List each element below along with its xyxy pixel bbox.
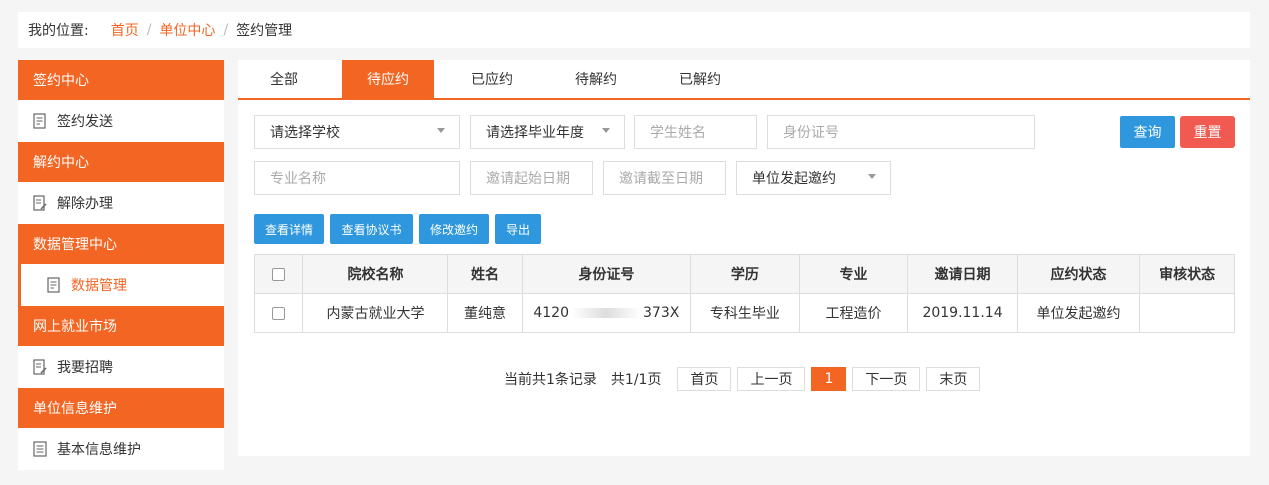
school-select-value: 请选择学校	[270, 125, 340, 141]
invite-type-value: 单位发起邀约	[752, 171, 836, 187]
chevron-down-icon	[868, 174, 876, 179]
modify-invite-button[interactable]: 修改邀约	[419, 214, 489, 244]
column-header: 审核状态	[1139, 254, 1235, 294]
table-header-row: 院校名称 姓名 身份证号 学历 专业 邀请日期 应约状态 审核状态	[253, 254, 1235, 294]
column-header: 院校名称	[302, 254, 449, 294]
cell-review	[1139, 293, 1235, 333]
student-name-input[interactable]: 学生姓名	[634, 115, 757, 149]
tab-all[interactable]: 全部	[238, 60, 330, 98]
breadcrumb: 我的位置: 首页 / 单位中心 / 签约管理	[18, 12, 1250, 48]
school-select[interactable]: 请选择学校	[254, 115, 460, 149]
cell-school: 内蒙古就业大学	[302, 293, 449, 333]
last-page-button[interactable]: 末页	[926, 367, 981, 391]
breadcrumb-current: 签约管理	[236, 23, 293, 39]
chevron-down-icon	[602, 128, 610, 133]
sidebar-item-label: 解除办理	[57, 196, 113, 212]
breadcrumb-home-link[interactable]: 首页	[111, 20, 139, 40]
edit-document-icon	[33, 359, 47, 375]
sidebar-item-sign-send[interactable]: 签约发送	[18, 100, 224, 142]
column-header: 学历	[690, 254, 800, 294]
invite-type-select[interactable]: 单位发起邀约	[736, 161, 891, 195]
row-select-cell	[253, 293, 304, 333]
id-number-start: 4120	[533, 305, 569, 321]
current-page-button[interactable]: 1	[811, 367, 847, 391]
breadcrumb-prefix: 我的位置:	[28, 23, 89, 39]
query-button[interactable]: 查询	[1120, 116, 1175, 148]
year-select[interactable]: 请选择毕业年度	[470, 115, 625, 149]
main-panel: 全部 待应约 已应约 待解约 已解约 请选择学校 请选择毕业年度 学生姓名 身份…	[238, 60, 1250, 456]
column-header: 邀请日期	[907, 254, 1018, 294]
sidebar-group-info[interactable]: 单位信息维护	[18, 388, 224, 428]
id-number-end: 373X	[643, 305, 680, 321]
cell-status: 单位发起邀约	[1016, 293, 1141, 333]
column-header: 应约状态	[1016, 254, 1141, 294]
sidebar-item-basic-info[interactable]: 基本信息维护	[18, 428, 224, 470]
view-agreement-button[interactable]: 查看协议书	[330, 214, 413, 244]
cell-id-number: 4120 373X	[521, 293, 692, 333]
tab-pending-cancel[interactable]: 待解约	[550, 60, 642, 98]
breadcrumb-separator: /	[223, 22, 229, 38]
breadcrumb-center-link[interactable]: 单位中心	[159, 20, 215, 40]
tab-pending[interactable]: 待应约	[342, 60, 434, 98]
prev-page-button[interactable]: 上一页	[737, 367, 806, 391]
sidebar-item-label: 数据管理	[71, 278, 127, 294]
sidebar: 签约中心 签约发送 解约中心 解除办理 数据管理中心 数据管理 网上就业市场 我…	[18, 60, 224, 470]
sidebar-item-recruit[interactable]: 我要招聘	[18, 346, 224, 388]
major-input[interactable]: 专业名称	[254, 161, 460, 195]
sidebar-item-label: 我要招聘	[57, 360, 113, 376]
column-header: 身份证号	[521, 254, 692, 294]
select-all-checkbox[interactable]	[272, 267, 286, 281]
sidebar-group-cancel[interactable]: 解约中心	[18, 142, 224, 182]
start-date-input[interactable]: 邀请起始日期	[470, 161, 593, 195]
cell-education: 专科生毕业	[690, 293, 800, 333]
document-icon	[33, 113, 47, 129]
reset-button[interactable]: 重置	[1180, 116, 1235, 148]
first-page-button[interactable]: 首页	[677, 367, 732, 391]
edit-document-icon	[33, 195, 47, 211]
record-summary: 当前共1条记录	[504, 372, 597, 388]
row-checkbox[interactable]	[272, 306, 286, 320]
sign-table: 院校名称 姓名 身份证号 学历 专业 邀请日期 应约状态 审核状态 内蒙古就业大…	[253, 254, 1235, 333]
document-icon	[47, 277, 61, 293]
export-button[interactable]: 导出	[495, 214, 541, 244]
sidebar-group-market[interactable]: 网上就业市场	[18, 306, 224, 346]
next-page-button[interactable]: 下一页	[852, 367, 921, 391]
year-select-value: 请选择毕业年度	[486, 125, 584, 141]
end-date-input[interactable]: 邀请截至日期	[603, 161, 726, 195]
sidebar-item-cancel-handle[interactable]: 解除办理	[18, 182, 224, 224]
tab-accepted[interactable]: 已应约	[446, 60, 538, 98]
list-icon	[33, 441, 47, 457]
sidebar-group-data[interactable]: 数据管理中心	[18, 224, 224, 264]
id-number-input[interactable]: 身份证号	[767, 115, 1035, 149]
page-summary: 共1/1页	[610, 372, 662, 388]
column-header: 专业	[798, 254, 909, 294]
view-detail-button[interactable]: 查看详情	[254, 214, 324, 244]
cell-date: 2019.11.14	[907, 293, 1018, 333]
column-header: 姓名	[447, 254, 523, 294]
breadcrumb-separator: /	[146, 22, 152, 38]
sidebar-group-sign[interactable]: 签约中心	[18, 60, 224, 100]
sidebar-item-data-manage[interactable]: 数据管理	[18, 264, 224, 306]
cell-major: 工程造价	[798, 293, 909, 333]
tab-cancelled[interactable]: 已解约	[654, 60, 746, 98]
chevron-down-icon	[437, 128, 445, 133]
status-tabs: 全部 待应约 已应约 待解约 已解约	[238, 60, 1250, 100]
cell-name: 董纯意	[447, 293, 523, 333]
sidebar-item-label: 基本信息维护	[57, 442, 141, 458]
select-all-cell	[253, 254, 304, 294]
blurred-id-segment	[571, 308, 641, 318]
pagination: 当前共1条记录 共1/1页 首页 上一页 1 下一页 末页	[504, 367, 986, 391]
sidebar-item-label: 签约发送	[57, 114, 113, 130]
table-row[interactable]: 内蒙古就业大学 董纯意 4120 373X 专科生毕业 工程造价 2019.11.…	[253, 293, 1235, 333]
